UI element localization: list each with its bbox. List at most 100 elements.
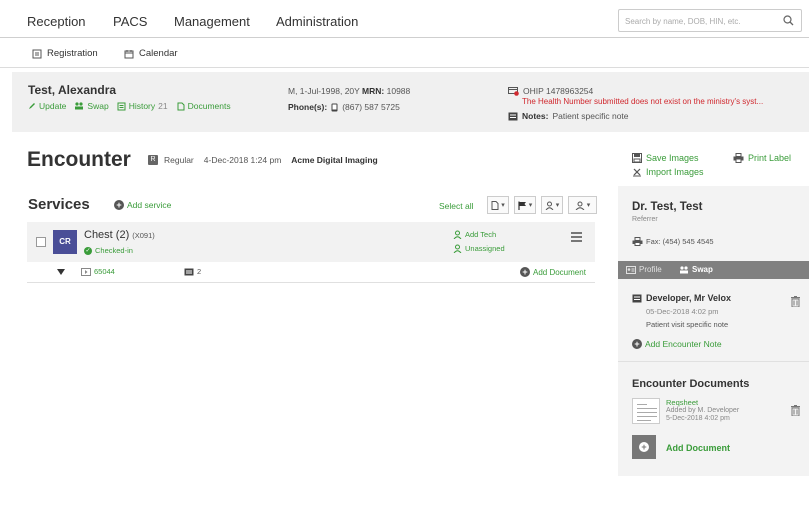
import-images-button[interactable]: Import Images	[632, 167, 704, 177]
print-label-button[interactable]: Print Label	[733, 153, 791, 163]
encounter-type: Regular	[164, 155, 194, 165]
add-document-label: Add Document	[533, 267, 586, 277]
document-icon	[491, 200, 499, 210]
add-document-link[interactable]: + Add Document	[520, 267, 586, 277]
delete-document-icon[interactable]	[791, 405, 800, 416]
mrn-value: 10988	[386, 86, 411, 96]
technician-icon	[453, 230, 462, 239]
fax-value: Fax: (454) 545 4545	[646, 237, 714, 246]
panel-tabs: Profile Swap	[618, 261, 809, 279]
notes-label: Notes:	[522, 111, 549, 121]
top-nav: Reception PACS Management Administration	[0, 0, 809, 38]
history-link[interactable]: History 21	[117, 101, 168, 111]
fax-icon	[632, 237, 643, 246]
nav-administration[interactable]: Administration	[276, 14, 358, 29]
nav-management[interactable]: Management	[174, 14, 250, 29]
tab-swap-label: Swap	[692, 265, 713, 274]
radiologist-unassigned-link[interactable]: Unassigned	[453, 244, 505, 253]
referrer-panel: Dr. Test, Test Referrer Fax: (454) 545 4…	[618, 186, 809, 476]
check-circle-icon: ✓	[84, 246, 92, 255]
encounter-meta: R Regular 4-Dec-2018 1:24 pm Acme Digita…	[148, 155, 378, 165]
swap-link[interactable]: Swap	[74, 101, 109, 111]
documents-icon	[177, 102, 185, 110]
service-status: ✓ Checked-in	[84, 246, 133, 255]
documents-link[interactable]: Documents	[176, 101, 231, 111]
sub-nav: Registration Calendar	[0, 38, 809, 68]
document-title-link[interactable]: Reqsheet	[666, 398, 698, 407]
demographics-text: M, 1-Jul-1998, 20Y	[288, 86, 360, 96]
referrer-fax: Fax: (454) 545 4545	[632, 237, 714, 246]
delete-note-icon[interactable]	[791, 296, 800, 307]
health-card-warning-icon	[508, 86, 519, 96]
add-service-button[interactable]: + Add service	[114, 200, 171, 210]
patient-phone: Phone(s): (867) 587 5725	[288, 102, 400, 112]
images-icon	[184, 268, 194, 275]
referrer-label: Referrer	[632, 216, 658, 223]
add-document-label[interactable]: Add Document	[666, 443, 730, 453]
profile-card-icon	[626, 265, 636, 274]
save-icon	[632, 153, 642, 163]
flag-tool-dropdown[interactable]: ▾	[514, 196, 536, 214]
calendar-icon	[124, 49, 134, 58]
document-thumbnail[interactable]	[632, 398, 660, 424]
patient-banner: Test, Alexandra Update Swap History 21 D…	[12, 72, 809, 132]
plus-circle-icon: +	[639, 442, 649, 452]
update-link[interactable]: Update	[28, 101, 66, 111]
tab-swap[interactable]: Swap	[679, 265, 713, 274]
nav-reception[interactable]: Reception	[27, 14, 86, 29]
save-images-label: Save Images	[646, 153, 699, 163]
note-author-name: Developer, Mr Velox	[646, 293, 732, 303]
modality-badge: CR	[53, 230, 77, 254]
encounter-type-icon: R	[148, 155, 158, 165]
accession-link[interactable]: 65044	[81, 267, 115, 276]
encounter-documents-title: Encounter Documents	[632, 378, 750, 390]
documents-label: Documents	[187, 101, 231, 111]
print-label-text: Print Label	[748, 153, 792, 163]
add-encounter-note-button[interactable]: + Add Encounter Note	[632, 339, 722, 349]
radiologist-icon	[575, 201, 585, 210]
service-item: CR Chest (2) (X091) ✓ Checked-in Add Tech…	[27, 222, 595, 262]
document-tool-dropdown[interactable]: ▾	[487, 196, 509, 214]
patient-demographics: M, 1-Jul-1998, 20Y MRN: 10988	[288, 86, 410, 96]
swap-label: Swap	[87, 101, 109, 111]
document-date: 5-Dec-2018 4:02 pm	[666, 415, 730, 422]
note-icon	[632, 294, 642, 302]
users-icon	[680, 265, 688, 273]
registration-icon	[32, 49, 42, 58]
history-count: 21	[158, 101, 168, 111]
service-name[interactable]: Chest (2) (X091)	[84, 229, 155, 241]
study-icon	[81, 267, 91, 276]
note-author: Developer, Mr Velox	[632, 293, 731, 303]
pencil-icon	[29, 103, 35, 109]
service-status-text: Checked-in	[95, 246, 133, 255]
add-document-button[interactable]: +	[632, 435, 656, 459]
collapse-caret-icon[interactable]	[57, 269, 65, 275]
plus-circle-icon: +	[114, 200, 124, 210]
technician-tool-dropdown[interactable]: ▾	[541, 196, 563, 214]
panel-divider	[618, 361, 809, 362]
encounter-datetime: 4-Dec-2018 1:24 pm	[203, 155, 282, 165]
note-date: 05-Dec-2018 4:02 pm	[646, 307, 719, 316]
calendar-link[interactable]: Calendar	[124, 48, 178, 59]
phone-value: (867) 587 5725	[342, 102, 400, 112]
encounter-facility: Acme Digital Imaging	[291, 155, 378, 165]
flag-icon	[518, 201, 526, 210]
registration-link[interactable]: Registration	[32, 48, 98, 59]
service-checkbox[interactable]	[36, 237, 46, 247]
note-icon	[508, 112, 518, 120]
select-all-link[interactable]: Select all	[439, 201, 474, 211]
tab-profile[interactable]: Profile	[626, 265, 662, 274]
save-images-button[interactable]: Save Images	[632, 153, 699, 163]
note-text: Patient visit specific note	[646, 320, 729, 329]
service-menu-icon[interactable]	[571, 232, 582, 244]
update-label: Update	[39, 101, 67, 111]
search-input[interactable]	[625, 14, 775, 28]
ohip-row: OHIP 1478963254	[508, 86, 593, 96]
document-added-by: Added by M. Developer	[666, 407, 740, 414]
add-tech-link[interactable]: Add Tech	[453, 230, 496, 239]
radiologist-tool-dropdown[interactable]: ▾	[568, 196, 597, 214]
mrn-label: MRN:	[362, 86, 385, 96]
nav-pacs[interactable]: PACS	[113, 14, 147, 29]
technician-icon	[545, 201, 554, 210]
search-icon[interactable]	[783, 15, 794, 26]
